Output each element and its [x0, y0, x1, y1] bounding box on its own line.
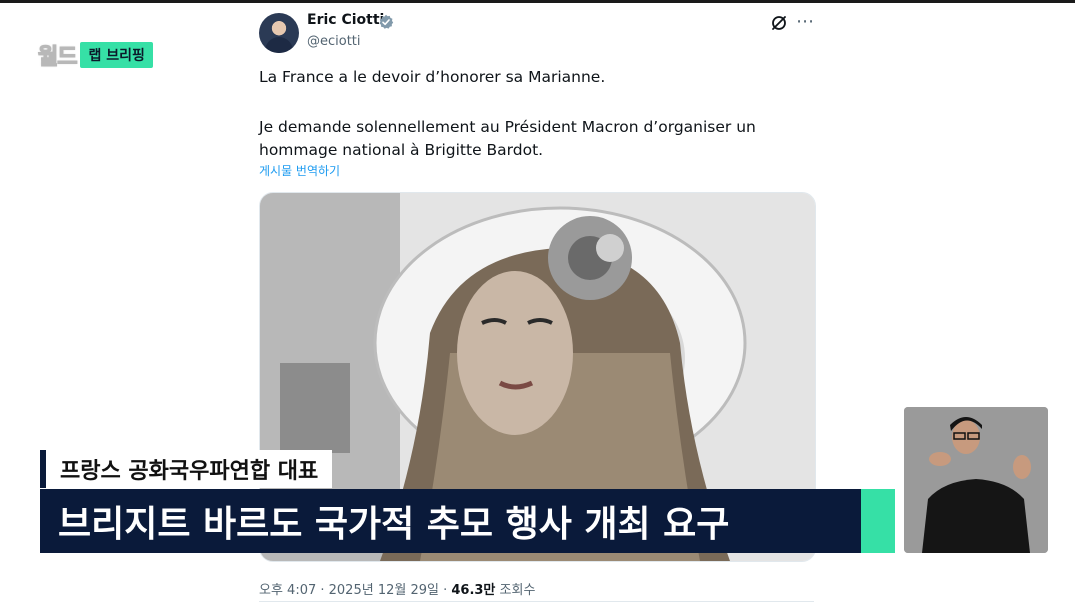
- author-handle[interactable]: @eciotti: [307, 34, 361, 49]
- verified-badge-icon: [379, 14, 394, 29]
- views-count: 46.3만: [451, 583, 496, 598]
- broadcaster-logo: 월드 랩 브리핑: [37, 42, 153, 71]
- tweet-timestamp[interactable]: 오후 4:07 · 2025년 12월 29일 ·: [259, 583, 451, 598]
- divider: [259, 601, 814, 602]
- channel-logo-mark: 월드: [37, 44, 78, 70]
- author-avatar[interactable]: [259, 13, 299, 53]
- caption-subtitle: 프랑스 공화국우파연합 대표: [40, 450, 333, 488]
- sign-language-interpreter: [904, 407, 1048, 553]
- tweet-text-line: Je demande solennellement au Président M…: [259, 118, 756, 136]
- author-name[interactable]: Eric Ciotti: [307, 12, 384, 28]
- tweet-text-line: La France a le devoir d’honorer sa Maria…: [259, 68, 606, 86]
- grok-icon[interactable]: [770, 14, 788, 32]
- program-badge: 랩 브리핑: [80, 42, 153, 68]
- translate-post-link[interactable]: 게시물 번역하기: [259, 162, 340, 179]
- tweet-meta: 오후 4:07 · 2025년 12월 29일 · 46.3만 조회수: [259, 579, 535, 598]
- top-edge-bar: [0, 0, 1075, 3]
- caption-headline: 브리지트 바르도 국가적 추모 행사 개최 요구: [40, 489, 895, 553]
- views-label: 조회수: [495, 583, 536, 598]
- tweet-text-line: hommage national à Brigitte Bardot.: [259, 141, 544, 159]
- interpreter-illustration: [904, 407, 1048, 553]
- more-options-icon[interactable]: ⋯: [796, 11, 815, 32]
